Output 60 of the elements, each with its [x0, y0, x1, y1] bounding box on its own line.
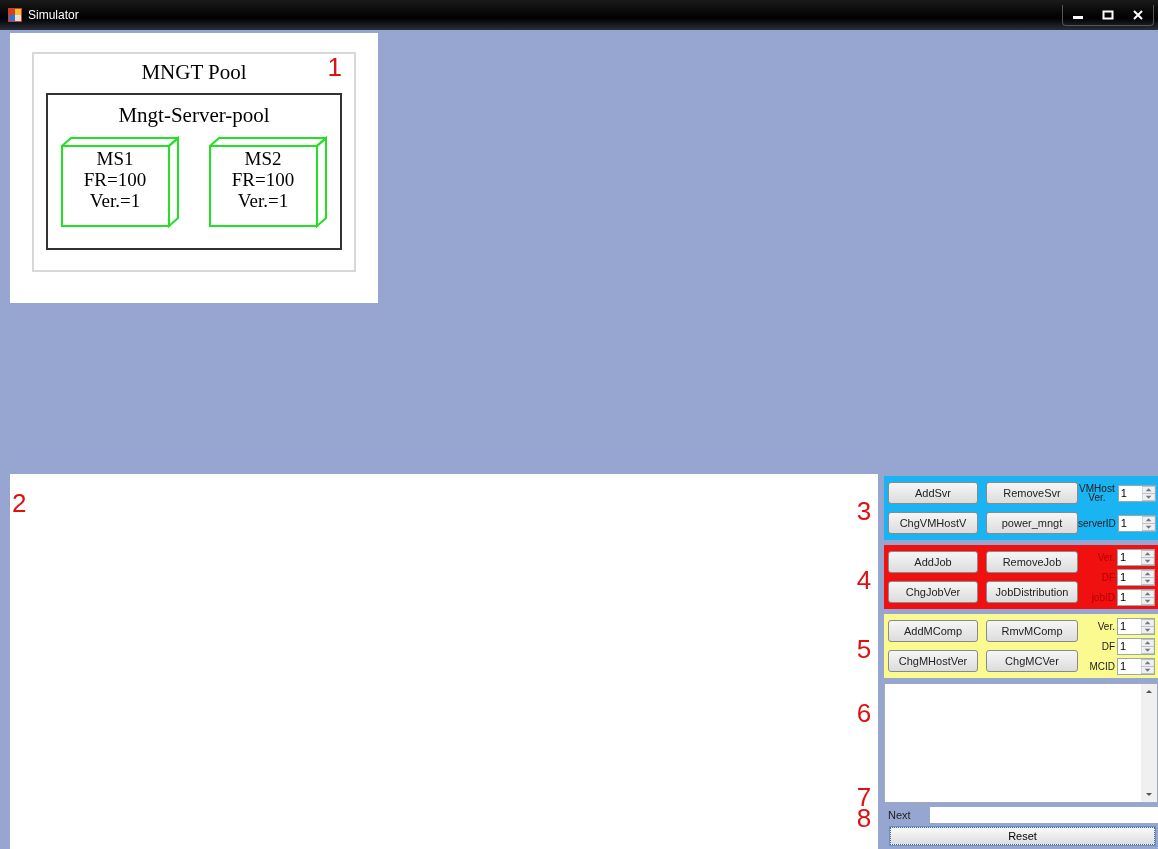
next-field[interactable]: [930, 806, 1158, 823]
action-button[interactable]: ChgJobVer: [888, 581, 978, 603]
field-label: MCID: [1089, 661, 1115, 671]
pool-title: MNGT Pool: [141, 60, 247, 85]
next-label: Next: [887, 808, 912, 821]
spin-arrows-icon[interactable]: [1140, 569, 1154, 585]
number-spinner[interactable]: 1: [1117, 548, 1155, 566]
action-button[interactable]: JobDistribution: [986, 581, 1078, 603]
field-label: DF: [1101, 641, 1115, 651]
server-version: Ver.=1: [89, 190, 141, 211]
spin-arrows-icon[interactable]: [1140, 658, 1154, 674]
number-spinner[interactable]: 1: [1117, 568, 1155, 586]
server-name: MS2: [244, 148, 282, 169]
spin-arrows-icon[interactable]: [1141, 485, 1155, 501]
action-button[interactable]: RemoveJob: [986, 551, 1078, 573]
spin-arrows-icon[interactable]: [1141, 515, 1155, 531]
field-label: jobID: [1091, 592, 1115, 602]
annotation-number: 6: [856, 700, 872, 726]
close-icon: [1132, 9, 1144, 20]
scrollbar[interactable]: [1141, 684, 1157, 802]
annotation-number: 3: [856, 497, 872, 524]
server-version: Ver.=1: [237, 190, 289, 211]
number-spinner[interactable]: 1: [1117, 637, 1155, 655]
spin-arrows-icon[interactable]: [1140, 589, 1154, 605]
annotation-number: 2: [12, 488, 27, 518]
number-spinner[interactable]: 1: [1117, 657, 1155, 675]
annotation-number: 1: [327, 54, 342, 80]
output-textarea[interactable]: [884, 683, 1158, 803]
action-button[interactable]: AddMComp: [888, 620, 978, 642]
action-button[interactable]: AddJob: [888, 551, 978, 573]
annotation-number: 5: [856, 635, 872, 662]
server-fr: FR=100: [231, 169, 295, 190]
number-spinner[interactable]: 1: [1117, 514, 1156, 532]
spin-arrows-icon[interactable]: [1140, 618, 1154, 634]
field-label: serverID: [1078, 518, 1116, 528]
field-label: Ver.: [1097, 621, 1115, 631]
server-pool-title: Mngt-Server-pool: [118, 103, 270, 128]
action-button[interactable]: ChgMCVer: [986, 650, 1078, 672]
field-label: DF: [1101, 572, 1115, 582]
app-icon: [8, 8, 22, 22]
action-button[interactable]: RmvMComp: [986, 620, 1078, 642]
number-spinner[interactable]: 1: [1117, 588, 1155, 606]
action-button[interactable]: RemoveSvr: [986, 482, 1078, 504]
minimize-icon: [1073, 16, 1083, 19]
field-label: VMHost Ver.: [1078, 484, 1116, 503]
spin-arrows-icon[interactable]: [1140, 638, 1154, 654]
action-button[interactable]: power_mngt: [986, 512, 1078, 534]
field-label: Ver.: [1097, 552, 1115, 562]
server-name: MS1: [96, 148, 134, 169]
number-spinner[interactable]: 1: [1117, 617, 1155, 635]
action-button[interactable]: AddSvr: [888, 482, 978, 504]
number-spinner[interactable]: 1: [1117, 484, 1156, 502]
action-button[interactable]: ChgMHostVer: [888, 650, 978, 672]
server-fr: FR=100: [83, 169, 147, 190]
reset-button[interactable]: Reset: [890, 827, 1155, 845]
action-button[interactable]: ChgVMHostV: [888, 512, 978, 534]
annotation-number: 4: [856, 566, 872, 593]
maximize-icon: [1102, 9, 1114, 20]
spin-arrows-icon[interactable]: [1140, 549, 1154, 565]
window-title: Simulator: [28, 8, 80, 22]
